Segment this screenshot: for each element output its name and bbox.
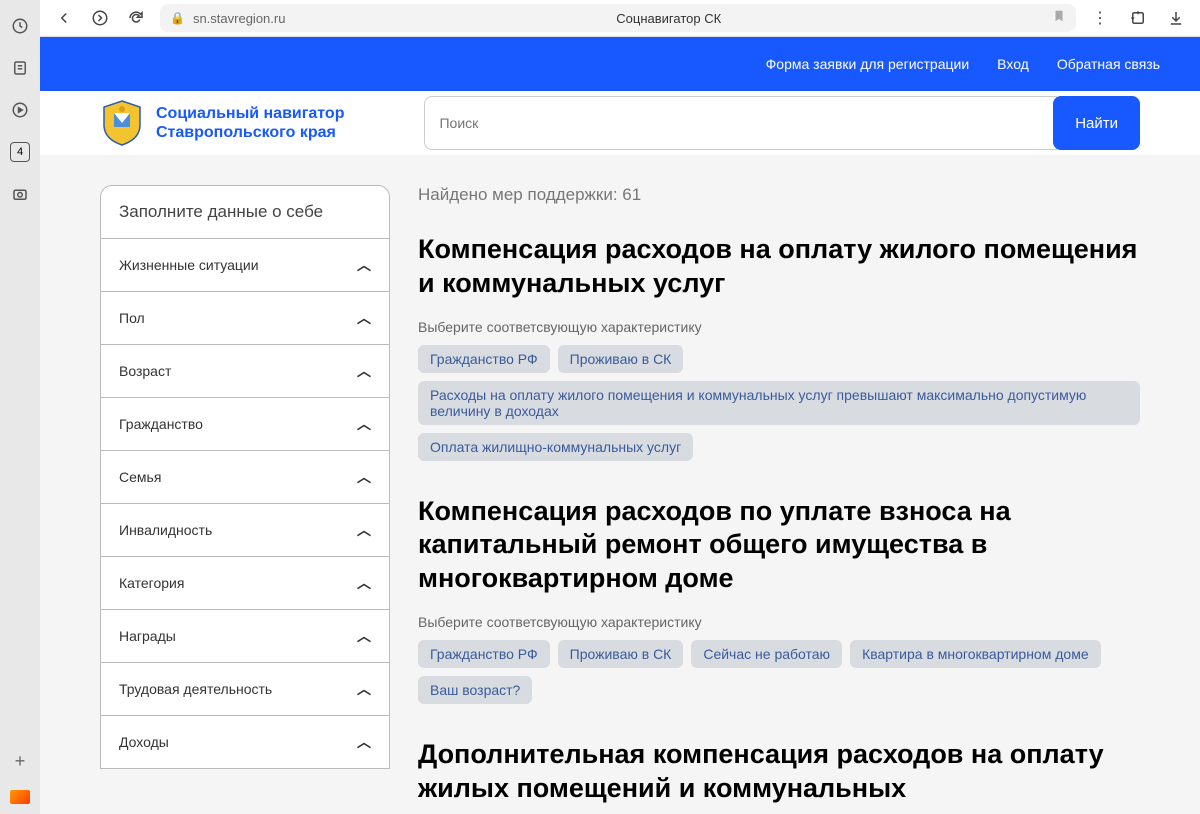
chevron-up-icon: ︿ xyxy=(357,467,371,487)
logo-text: Социальный навигатор Ставропольского кра… xyxy=(156,104,344,142)
chevron-up-icon: ︿ xyxy=(357,626,371,646)
search-form: Найти xyxy=(424,96,1140,150)
add-tab-button[interactable]: + xyxy=(15,751,26,772)
tag[interactable]: Квартира в многоквартирном доме xyxy=(850,640,1101,668)
chevron-up-icon: ︿ xyxy=(357,414,371,434)
filter-age[interactable]: Возраст︿ xyxy=(100,345,390,398)
tag-list: Гражданство РФ Проживаю в СК Сейчас не р… xyxy=(418,640,1140,704)
chevron-up-icon: ︿ xyxy=(357,255,371,275)
filter-citizenship[interactable]: Гражданство︿ xyxy=(100,398,390,451)
chevron-up-icon: ︿ xyxy=(357,679,371,699)
tag[interactable]: Проживаю в СК xyxy=(558,640,684,668)
play-icon[interactable] xyxy=(10,100,30,120)
measure-item: Компенсация расходов по уплате взноса на… xyxy=(418,495,1140,704)
browser-sidebar: 4 + xyxy=(0,0,40,814)
browser-toolbar: 🔒 sn.stavregion.ru Соцнавигатор СК ⋮ xyxy=(40,0,1200,37)
tag[interactable]: Сейчас не работаю xyxy=(691,640,842,668)
note-icon[interactable] xyxy=(10,58,30,78)
crest-icon xyxy=(100,99,144,147)
filter-disability[interactable]: Инвалидность︿ xyxy=(100,504,390,557)
logo-block[interactable]: Социальный навигатор Ставропольского кра… xyxy=(100,99,344,147)
url-text: sn.stavregion.ru xyxy=(193,11,286,26)
bookmark-icon[interactable] xyxy=(1052,9,1066,28)
extensions-button[interactable] xyxy=(1126,6,1150,30)
url-bar[interactable]: 🔒 sn.stavregion.ru Соцнавигатор СК xyxy=(160,4,1076,32)
char-label: Выберите соответсвующую характеристику xyxy=(418,319,1140,335)
tag[interactable]: Гражданство РФ xyxy=(418,345,550,373)
sidebar-title: Заполните данные о себе xyxy=(100,185,390,239)
filter-family[interactable]: Семья︿ xyxy=(100,451,390,504)
filter-gender[interactable]: Пол︿ xyxy=(100,292,390,345)
nav-link-register[interactable]: Форма заявки для регистрации xyxy=(766,56,970,72)
back-button[interactable] xyxy=(52,6,76,30)
tab-count-badge[interactable]: 4 xyxy=(10,142,30,162)
tag[interactable]: Гражданство РФ xyxy=(418,640,550,668)
filter-awards[interactable]: Награды︿ xyxy=(100,610,390,663)
mail-icon[interactable] xyxy=(10,790,30,804)
measure-item: Дополнительная компенсация расходов на о… xyxy=(418,738,1140,806)
char-label: Выберите соответсвующую характеристику xyxy=(418,614,1140,630)
filter-employment[interactable]: Трудовая деятельность︿ xyxy=(100,663,390,716)
top-nav: Форма заявки для регистрации Вход Обратн… xyxy=(40,37,1200,91)
chevron-up-icon: ︿ xyxy=(357,308,371,328)
clock-icon[interactable] xyxy=(10,16,30,36)
measure-title[interactable]: Компенсация расходов на оплату жилого по… xyxy=(418,233,1140,301)
tag[interactable]: Проживаю в СК xyxy=(558,345,684,373)
results-main: Найдено мер поддержки: 61 Компенсация ра… xyxy=(418,185,1140,814)
chevron-up-icon: ︿ xyxy=(357,361,371,381)
yandex-button[interactable] xyxy=(88,6,112,30)
tag[interactable]: Ваш возраст? xyxy=(418,676,532,704)
header-bar: Социальный навигатор Ставропольского кра… xyxy=(40,91,1200,155)
nav-link-login[interactable]: Вход xyxy=(997,56,1029,72)
filter-life-situations[interactable]: Жизненные ситуации︿ xyxy=(100,239,390,292)
tag-list: Гражданство РФ Проживаю в СК Расходы на … xyxy=(418,345,1140,461)
camera-icon[interactable] xyxy=(10,184,30,204)
chevron-up-icon: ︿ xyxy=(357,732,371,752)
filter-sidebar: Заполните данные о себе Жизненные ситуац… xyxy=(100,185,390,814)
tag[interactable]: Расходы на оплату жилого помещения и ком… xyxy=(418,381,1140,425)
results-count: Найдено мер поддержки: 61 xyxy=(418,185,1140,205)
lock-icon: 🔒 xyxy=(170,11,185,25)
filter-category[interactable]: Категория︿ xyxy=(100,557,390,610)
page-title-text: Соцнавигатор СК xyxy=(293,11,1044,26)
menu-button[interactable]: ⋮ xyxy=(1088,6,1112,30)
chevron-up-icon: ︿ xyxy=(357,573,371,593)
downloads-button[interactable] xyxy=(1164,6,1188,30)
measure-item: Компенсация расходов на оплату жилого по… xyxy=(418,233,1140,461)
tag[interactable]: Оплата жилищно-коммунальных услуг xyxy=(418,433,693,461)
page-content: Форма заявки для регистрации Вход Обратн… xyxy=(40,37,1200,814)
search-button[interactable]: Найти xyxy=(1053,96,1140,150)
reload-button[interactable] xyxy=(124,6,148,30)
search-input[interactable] xyxy=(424,96,1057,150)
chevron-up-icon: ︿ xyxy=(357,520,371,540)
nav-link-feedback[interactable]: Обратная связь xyxy=(1057,56,1160,72)
filter-income[interactable]: Доходы︿ xyxy=(100,716,390,769)
measure-title[interactable]: Дополнительная компенсация расходов на о… xyxy=(418,738,1140,806)
measure-title[interactable]: Компенсация расходов по уплате взноса на… xyxy=(418,495,1140,596)
